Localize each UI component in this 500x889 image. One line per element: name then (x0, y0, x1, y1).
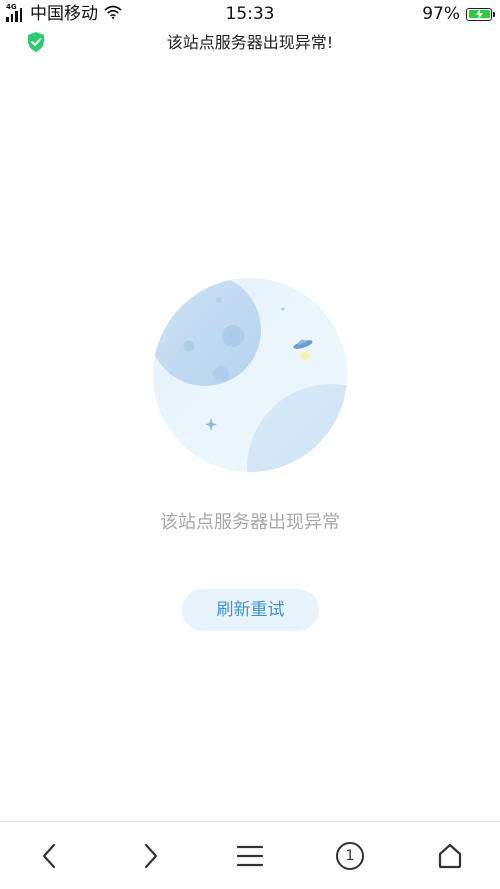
charging-icon (475, 9, 483, 20)
forward-button[interactable] (120, 832, 180, 880)
status-bar: 4G 中国移动 15:33 97% (0, 0, 500, 28)
tabs-button[interactable]: 1 (320, 832, 380, 880)
moon-planet-ufo-illustration (153, 278, 347, 472)
status-right: 97% (422, 3, 495, 25)
tab-count: 1 (345, 847, 355, 864)
title-bar: 该站点服务器出现异常! (0, 28, 500, 60)
back-arrow-icon (42, 843, 56, 868)
home-icon (438, 843, 462, 868)
battery-fill (468, 9, 490, 20)
browser-page: 4G 中国移动 15:33 97% 该站点服务器出现异常! 该站点服务器出现异常… (0, 0, 500, 889)
battery-percent: 97% (422, 4, 460, 24)
menu-icon (237, 845, 263, 866)
battery-icon (466, 7, 495, 21)
back-button[interactable] (20, 832, 80, 880)
retry-button[interactable]: 刷新重试 (182, 589, 319, 631)
menu-button[interactable] (220, 832, 280, 880)
forward-arrow-icon (144, 843, 158, 868)
home-button[interactable] (420, 832, 480, 880)
error-message: 该站点服务器出现异常 (160, 512, 340, 533)
bottom-toolbar: 1 (0, 821, 500, 889)
page-title: 该站点服务器出现异常! (166, 33, 334, 52)
